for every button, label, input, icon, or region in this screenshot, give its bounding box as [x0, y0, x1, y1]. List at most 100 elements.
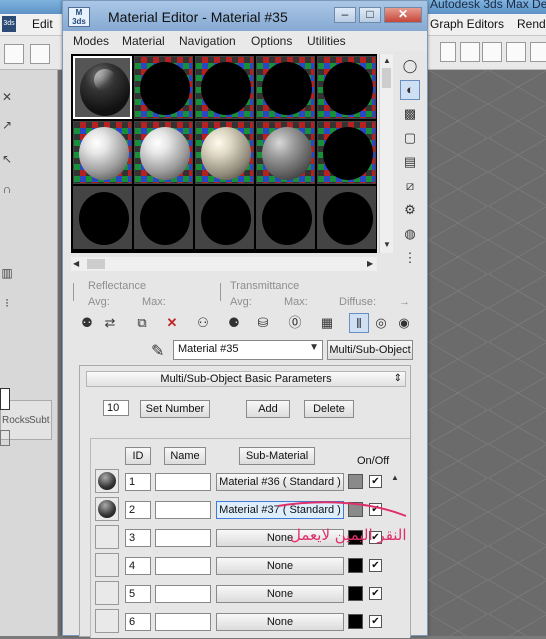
- select-by-material-icon[interactable]: ◍: [400, 224, 420, 244]
- sub-material-thumbnail[interactable]: [95, 497, 119, 521]
- sub-material-button[interactable]: None: [216, 557, 344, 575]
- material-slot[interactable]: [195, 121, 254, 184]
- material-slot[interactable]: [317, 186, 376, 249]
- show-end-result-icon[interactable]: ⫴: [349, 313, 369, 333]
- on-off-checkbox[interactable]: ✔: [369, 615, 382, 628]
- unlink-icon[interactable]: [30, 44, 50, 64]
- sub-material-thumbnail[interactable]: [95, 553, 119, 577]
- background-icon[interactable]: ▩: [400, 104, 420, 124]
- collapse-icon[interactable]: ⇕: [394, 372, 402, 386]
- on-off-checkbox[interactable]: ✔: [369, 587, 382, 600]
- reset-map-icon[interactable]: ✕: [162, 313, 182, 333]
- count-field[interactable]: 10: [103, 400, 129, 416]
- uv-tiling-icon[interactable]: ▢: [400, 128, 420, 148]
- name-field[interactable]: [155, 501, 211, 519]
- sample-type-icon[interactable]: ◯: [400, 56, 420, 76]
- menu-navigation[interactable]: Navigation: [179, 34, 236, 48]
- material-slot[interactable]: [195, 186, 254, 249]
- sub-material-thumbnail[interactable]: [95, 525, 119, 549]
- render-setup-icon[interactable]: [506, 42, 526, 62]
- material-editor-title-bar[interactable]: M 3ds Material Editor - Material #35 – □…: [63, 1, 427, 31]
- backlight-icon[interactable]: ◐: [400, 80, 420, 100]
- menu-utilities[interactable]: Utilities: [307, 34, 346, 48]
- color-swatch[interactable]: [348, 614, 363, 629]
- material-navigator-icon[interactable]: ⋮: [400, 248, 420, 268]
- sub-material-button[interactable]: Material #36 ( Standard ): [216, 473, 344, 491]
- name-field[interactable]: [155, 529, 211, 547]
- copy-material-icon[interactable]: ⚈: [224, 313, 244, 333]
- material-slot[interactable]: [317, 56, 376, 119]
- host-menu-edit[interactable]: Edit: [32, 17, 53, 31]
- name-field[interactable]: [155, 557, 211, 575]
- slots-vertical-scrollbar[interactable]: ▲ ▼: [379, 54, 393, 253]
- sub-material-column-header[interactable]: Sub-Material: [239, 447, 315, 465]
- sub-material-thumbnail[interactable]: [95, 581, 119, 605]
- delete-button[interactable]: Delete: [304, 400, 354, 418]
- material-slot[interactable]: [256, 186, 315, 249]
- name-field[interactable]: [155, 613, 211, 631]
- render-frame-icon[interactable]: [530, 42, 546, 62]
- make-unique-icon[interactable]: ⚇: [193, 313, 213, 333]
- scroll-left-icon[interactable]: ◀: [73, 259, 79, 268]
- put-to-scene-icon[interactable]: ⇄: [100, 313, 120, 333]
- go-forward-sibling-icon[interactable]: ◉: [394, 313, 414, 333]
- close-button[interactable]: ✕: [384, 7, 422, 23]
- scroll-right-icon[interactable]: ▶: [367, 259, 373, 268]
- material-slot[interactable]: [195, 56, 254, 119]
- viewport[interactable]: [428, 70, 546, 636]
- on-off-checkbox[interactable]: ✔: [369, 559, 382, 572]
- id-field[interactable]: 6: [125, 613, 151, 631]
- id-field[interactable]: 5: [125, 585, 151, 603]
- grid-icon[interactable]: [0, 430, 10, 446]
- scroll-up-icon[interactable]: ▲: [383, 56, 391, 65]
- name-field[interactable]: [155, 473, 211, 491]
- scroll-down-icon[interactable]: ▼: [383, 240, 391, 249]
- minimize-button[interactable]: –: [334, 7, 356, 23]
- video-color-icon[interactable]: ▤: [400, 152, 420, 172]
- slots-horizontal-scrollbar[interactable]: ◀ ▶: [71, 257, 377, 271]
- material-slot[interactable]: [134, 56, 193, 119]
- add-button[interactable]: Add: [246, 400, 290, 418]
- material-name-field[interactable]: Material #35 ▼: [173, 340, 323, 360]
- set-number-button[interactable]: Set Number: [140, 400, 210, 418]
- on-off-checkbox[interactable]: ✔: [369, 475, 382, 488]
- menu-modes[interactable]: Modes: [73, 34, 109, 48]
- show-shaded-map-icon[interactable]: ▦: [317, 313, 337, 333]
- make-preview-icon[interactable]: ⧄: [400, 176, 420, 196]
- material-slot[interactable]: [134, 186, 193, 249]
- hscroll-thumb[interactable]: [87, 259, 105, 269]
- tab-rocks[interactable]: Rocks: [2, 415, 30, 426]
- arrow-icon[interactable]: ↗: [0, 118, 14, 132]
- host-menu-rendering[interactable]: Rende: [517, 17, 546, 31]
- material-slot[interactable]: [134, 121, 193, 184]
- eyedropper-icon[interactable]: ✎: [151, 341, 164, 361]
- id-field[interactable]: 2: [125, 501, 151, 519]
- color-swatch[interactable]: [348, 586, 363, 601]
- material-slot[interactable]: [256, 56, 315, 119]
- id-column-header[interactable]: ID: [125, 447, 151, 465]
- id-field[interactable]: 1: [125, 473, 151, 491]
- schematic-icon[interactable]: [482, 42, 502, 62]
- options-icon[interactable]: ⚙: [400, 200, 420, 220]
- box-icon[interactable]: ▥: [0, 266, 14, 280]
- sub-material-button[interactable]: None: [216, 613, 344, 631]
- color-swatch[interactable]: [348, 558, 363, 573]
- material-slot[interactable]: [73, 56, 132, 119]
- sub-material-thumbnail[interactable]: [95, 469, 119, 493]
- host-logo[interactable]: 3ds: [2, 16, 16, 32]
- link-icon[interactable]: [4, 44, 24, 64]
- panel-icon[interactable]: [0, 388, 10, 410]
- id-field[interactable]: 3: [125, 529, 151, 547]
- material-type-button[interactable]: Multi/Sub-Object: [327, 340, 413, 360]
- menu-material[interactable]: Material: [122, 34, 165, 48]
- sub-material-scrollbar[interactable]: ▲: [388, 469, 402, 639]
- go-to-parent-icon[interactable]: ◎: [371, 313, 391, 333]
- material-slot[interactable]: [73, 186, 132, 249]
- tab-subt[interactable]: Subt: [29, 415, 50, 426]
- sub-material-button[interactable]: None: [216, 585, 344, 603]
- menu-options[interactable]: Options: [251, 34, 292, 48]
- select-icon[interactable]: ↖: [0, 152, 14, 166]
- host-menu-graph-editors[interactable]: Graph Editors: [430, 17, 504, 31]
- material-slot[interactable]: [256, 121, 315, 184]
- maximize-button[interactable]: □: [359, 7, 381, 23]
